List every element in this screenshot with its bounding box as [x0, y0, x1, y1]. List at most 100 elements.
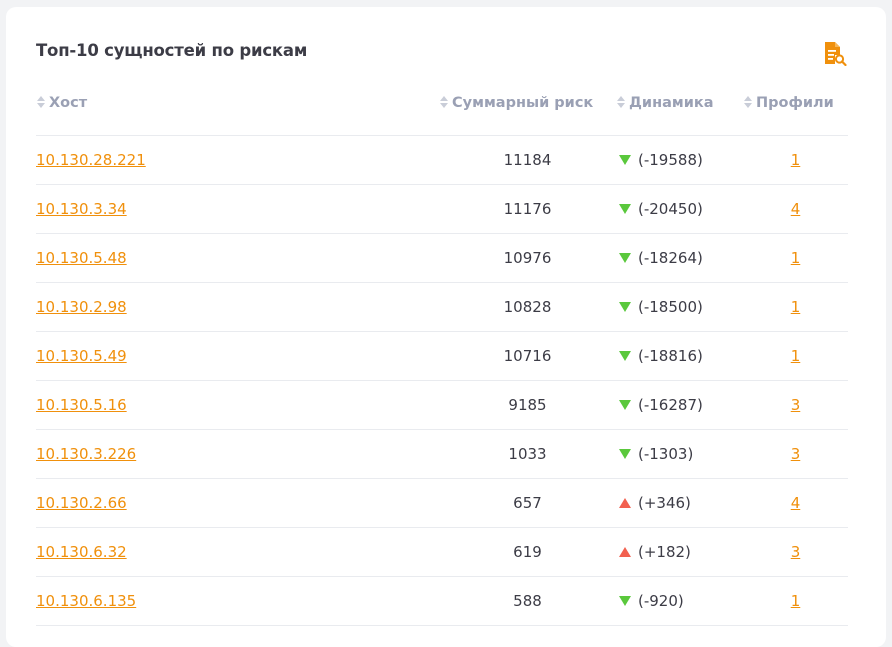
trend-up-icon [619, 497, 631, 508]
host-cell: 10.130.5.49 [36, 331, 439, 381]
dynamics-cell: (-20450) [616, 184, 743, 234]
dynamics-cell: (-18500) [616, 282, 743, 332]
table-row: 10.130.5.49 10716 (-18816) 1 [36, 331, 848, 381]
dynamics-cell: (-18816) [616, 331, 743, 381]
dynamics-value: (-18264) [638, 249, 703, 267]
dynamics-cell: (-920) [616, 576, 743, 626]
profiles-link[interactable]: 1 [791, 249, 801, 267]
host-cell: 10.130.6.135 [36, 576, 439, 626]
profiles-cell: 1 [743, 282, 848, 332]
dynamics-cell: (+346) [616, 478, 743, 528]
table-header-row: Хост Суммарный риск Динамика Профили [36, 76, 848, 136]
column-label-profiles: Профили [756, 94, 834, 111]
dynamics-cell: (-16287) [616, 380, 743, 430]
risk-value: 11184 [439, 135, 616, 185]
profiles-link[interactable]: 4 [791, 494, 801, 512]
risk-value: 10828 [439, 282, 616, 332]
dynamics-value: (-18500) [638, 298, 703, 316]
host-cell: 10.130.3.226 [36, 429, 439, 479]
host-link[interactable]: 10.130.5.16 [36, 396, 127, 414]
column-label-dynamics: Динамика [629, 94, 714, 111]
dynamics-value: (-920) [638, 592, 684, 610]
table-row: 10.130.28.221 11184 (-19588) 1 [36, 135, 848, 185]
risk-table: Хост Суммарный риск Динамика Профили 10.… [36, 76, 848, 626]
trend-down-icon [619, 154, 631, 165]
dynamics-value: (-1303) [638, 445, 694, 463]
host-cell: 10.130.28.221 [36, 135, 439, 185]
host-cell: 10.130.2.66 [36, 478, 439, 528]
profiles-cell: 3 [743, 527, 848, 577]
risk-value: 10976 [439, 233, 616, 283]
dynamics-cell: (-18264) [616, 233, 743, 283]
risk-value: 1033 [439, 429, 616, 479]
dynamics-cell: (+182) [616, 527, 743, 577]
column-label-risk: Суммарный риск [452, 94, 594, 111]
dynamics-value: (-20450) [638, 200, 703, 218]
risk-value: 657 [439, 478, 616, 528]
profiles-cell: 1 [743, 233, 848, 283]
table-row: 10.130.6.135 588 (-920) 1 [36, 576, 848, 626]
host-cell: 10.130.6.32 [36, 527, 439, 577]
profiles-link[interactable]: 3 [791, 445, 801, 463]
widget-title: Топ-10 сущностей по рискам [36, 41, 308, 60]
profiles-cell: 4 [743, 478, 848, 528]
host-cell: 10.130.5.16 [36, 380, 439, 430]
table-row: 10.130.2.66 657 (+346) 4 [36, 478, 848, 528]
host-link[interactable]: 10.130.2.98 [36, 298, 127, 316]
host-link[interactable]: 10.130.5.49 [36, 347, 127, 365]
risk-value: 588 [439, 576, 616, 626]
profiles-link[interactable]: 1 [791, 298, 801, 316]
risk-value: 619 [439, 527, 616, 577]
risk-widget-card: Топ-10 сущностей по рискам Хост Суммарны… [6, 7, 886, 647]
dynamics-value: (-18816) [638, 347, 703, 365]
trend-down-icon [619, 448, 631, 459]
host-cell: 10.130.2.98 [36, 282, 439, 332]
sort-icon [617, 95, 625, 108]
host-link[interactable]: 10.130.3.226 [36, 445, 136, 463]
trend-down-icon [619, 350, 631, 361]
host-link[interactable]: 10.130.6.32 [36, 543, 127, 561]
profiles-cell: 1 [743, 135, 848, 185]
profiles-cell: 1 [743, 576, 848, 626]
host-link[interactable]: 10.130.5.48 [36, 249, 127, 267]
dynamics-cell: (-19588) [616, 135, 743, 185]
sort-icon [744, 95, 752, 108]
profiles-link[interactable]: 1 [791, 347, 801, 365]
table-row: 10.130.3.34 11176 (-20450) 4 [36, 184, 848, 234]
profiles-link[interactable]: 3 [791, 543, 801, 561]
host-cell: 10.130.5.48 [36, 233, 439, 283]
profiles-cell: 4 [743, 184, 848, 234]
table-row: 10.130.6.32 619 (+182) 3 [36, 527, 848, 577]
risk-value: 10716 [439, 331, 616, 381]
column-header-profiles[interactable]: Профили [743, 76, 848, 136]
profiles-cell: 3 [743, 380, 848, 430]
profiles-cell: 3 [743, 429, 848, 479]
profiles-link[interactable]: 1 [791, 151, 801, 169]
dynamics-value: (-16287) [638, 396, 703, 414]
profiles-link[interactable]: 3 [791, 396, 801, 414]
sort-icon [37, 95, 45, 108]
document-search-icon[interactable] [822, 40, 848, 66]
trend-down-icon [619, 595, 631, 606]
table-row: 10.130.2.98 10828 (-18500) 1 [36, 282, 848, 332]
column-header-host[interactable]: Хост [36, 76, 439, 136]
host-link[interactable]: 10.130.28.221 [36, 151, 146, 169]
dynamics-value: (-19588) [638, 151, 703, 169]
host-link[interactable]: 10.130.3.34 [36, 200, 127, 218]
column-label-host: Хост [49, 94, 88, 111]
table-row: 10.130.5.16 9185 (-16287) 3 [36, 380, 848, 430]
profiles-link[interactable]: 1 [791, 592, 801, 610]
column-header-risk[interactable]: Суммарный риск [439, 76, 616, 136]
trend-down-icon [619, 203, 631, 214]
profiles-link[interactable]: 4 [791, 200, 801, 218]
risk-value: 11176 [439, 184, 616, 234]
trend-up-icon [619, 546, 631, 557]
table-row: 10.130.5.48 10976 (-18264) 1 [36, 233, 848, 283]
host-link[interactable]: 10.130.2.66 [36, 494, 127, 512]
sort-icon [440, 95, 448, 108]
host-link[interactable]: 10.130.6.135 [36, 592, 136, 610]
trend-down-icon [619, 399, 631, 410]
profiles-cell: 1 [743, 331, 848, 381]
trend-down-icon [619, 252, 631, 263]
column-header-dynamics[interactable]: Динамика [616, 76, 743, 136]
